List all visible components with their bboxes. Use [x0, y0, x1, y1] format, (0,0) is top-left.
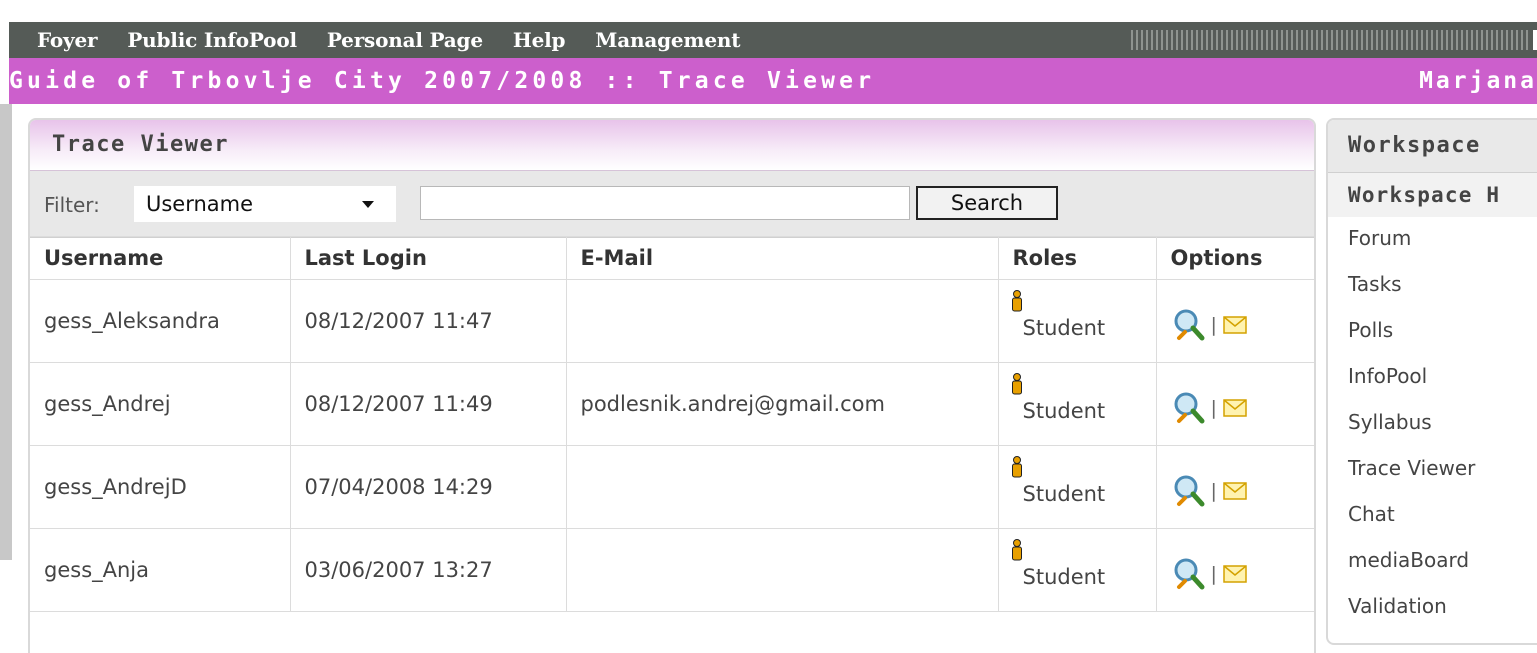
role-label: Student	[1022, 399, 1106, 423]
cell-role: Student	[997, 362, 1157, 446]
title-bar: Guide of Trbovlje City 2007/2008 :: Trac…	[9, 58, 1537, 104]
workspace-item-forum[interactable]: Forum	[1348, 217, 1537, 263]
table-row: gess_Andrej 08/12/2007 11:49 podlesnik.a…	[30, 362, 1314, 446]
workspace-item-infopool[interactable]: InfoPool	[1348, 355, 1537, 401]
trace-search-icon[interactable]	[1171, 557, 1207, 591]
cell-email[interactable]	[565, 279, 999, 363]
option-separator: |	[1210, 314, 1217, 336]
top-navigation: Foyer Public InfoPool Personal Page Help…	[9, 22, 1537, 58]
workspace-item-trace-viewer[interactable]: Trace Viewer	[1348, 447, 1537, 493]
workspace-item-chat[interactable]: Chat	[1348, 493, 1537, 539]
left-edge-gap	[0, 560, 12, 651]
cell-role: Student	[997, 528, 1157, 612]
nav-personal-page[interactable]: Personal Page	[327, 28, 483, 52]
workspace-subtitle[interactable]: Workspace H	[1328, 173, 1537, 217]
cell-email[interactable]	[565, 528, 999, 612]
mail-icon[interactable]	[1223, 399, 1247, 417]
trace-search-icon[interactable]	[1171, 391, 1207, 425]
search-button[interactable]: Search	[916, 186, 1058, 220]
cell-last-login: 07/04/2008 14:29	[289, 445, 567, 529]
search-input[interactable]	[420, 186, 910, 220]
workspace-panel: Workspace Workspace H Forum Tasks Polls …	[1326, 118, 1537, 645]
role-label: Student	[1022, 482, 1106, 506]
person-icon	[1011, 539, 1022, 561]
decorative-tick-end	[1533, 30, 1537, 50]
user-table: Username Last Login E-Mail Roles Options…	[30, 236, 1314, 612]
filter-label: Filter:	[44, 193, 100, 217]
cell-email[interactable]	[565, 445, 999, 529]
role-label: Student	[1022, 565, 1106, 589]
trace-search-icon[interactable]	[1171, 308, 1207, 342]
cell-username: gess_Andrej	[30, 362, 291, 446]
cell-options: |	[1155, 445, 1314, 529]
option-separator: |	[1210, 480, 1217, 502]
workspace-item-validation[interactable]: Validation	[1348, 585, 1537, 631]
cell-role: Student	[997, 279, 1157, 363]
workspace-item-syllabus[interactable]: Syllabus	[1348, 401, 1537, 447]
option-separator: |	[1210, 397, 1217, 419]
col-email[interactable]: E-Mail	[565, 236, 999, 280]
nav-links: Foyer Public InfoPool Personal Page Help…	[37, 22, 770, 58]
mail-icon[interactable]	[1223, 316, 1247, 334]
cell-last-login: 03/06/2007 13:27	[289, 528, 567, 612]
cell-username: gess_Aleksandra	[30, 279, 291, 363]
filter-bar: Filter: Username Search	[30, 171, 1314, 238]
workspace-item-mediaboard[interactable]: mediaBoard	[1348, 539, 1537, 585]
workspace-title: Workspace	[1328, 120, 1537, 173]
table-row: gess_Anja 03/06/2007 13:27 Student |	[30, 528, 1314, 612]
col-last-login[interactable]: Last Login	[289, 236, 567, 280]
workspace-menu: Forum Tasks Polls InfoPool Syllabus Trac…	[1328, 217, 1537, 631]
mail-icon[interactable]	[1223, 565, 1247, 583]
nav-foyer[interactable]: Foyer	[37, 28, 98, 52]
current-user[interactable]: Marjana	[1419, 58, 1537, 104]
person-icon	[1011, 456, 1022, 478]
cell-email[interactable]: podlesnik.andrej@gmail.com	[565, 362, 999, 446]
nav-management[interactable]: Management	[595, 28, 740, 52]
panel-title: Trace Viewer	[30, 120, 1314, 171]
filter-select-value: Username	[146, 192, 254, 216]
trace-viewer-panel: Trace Viewer Filter: Username Search Use…	[28, 118, 1316, 653]
cell-username: gess_Anja	[30, 528, 291, 612]
table-header-row: Username Last Login E-Mail Roles Options	[30, 236, 1314, 280]
filter-select[interactable]: Username	[134, 186, 396, 222]
mail-icon[interactable]	[1223, 482, 1247, 500]
cell-username: gess_AndrejD	[30, 445, 291, 529]
cell-options: |	[1155, 362, 1314, 446]
workspace-item-polls[interactable]: Polls	[1348, 309, 1537, 355]
cell-options: |	[1155, 528, 1314, 612]
person-icon	[1011, 373, 1022, 395]
table-row: gess_Aleksandra 08/12/2007 11:47 Student…	[30, 279, 1314, 363]
col-username[interactable]: Username	[30, 236, 291, 280]
nav-help[interactable]: Help	[513, 28, 566, 52]
chevron-down-icon	[362, 201, 374, 208]
trace-search-icon[interactable]	[1171, 474, 1207, 508]
nav-public-infopool[interactable]: Public InfoPool	[127, 28, 297, 52]
workspace-item-tasks[interactable]: Tasks	[1348, 263, 1537, 309]
decorative-tick-strip	[1131, 30, 1529, 50]
option-separator: |	[1210, 563, 1217, 585]
page-title: Guide of Trbovlje City 2007/2008 :: Trac…	[9, 68, 876, 94]
cell-options: |	[1155, 279, 1314, 363]
person-icon	[1011, 290, 1022, 312]
cell-last-login: 08/12/2007 11:47	[289, 279, 567, 363]
table-row: gess_AndrejD 07/04/2008 14:29 Student |	[30, 445, 1314, 529]
cell-role: Student	[997, 445, 1157, 529]
col-options: Options	[1155, 236, 1314, 280]
role-label: Student	[1022, 316, 1106, 340]
cell-last-login: 08/12/2007 11:49	[289, 362, 567, 446]
col-roles[interactable]: Roles	[997, 236, 1157, 280]
